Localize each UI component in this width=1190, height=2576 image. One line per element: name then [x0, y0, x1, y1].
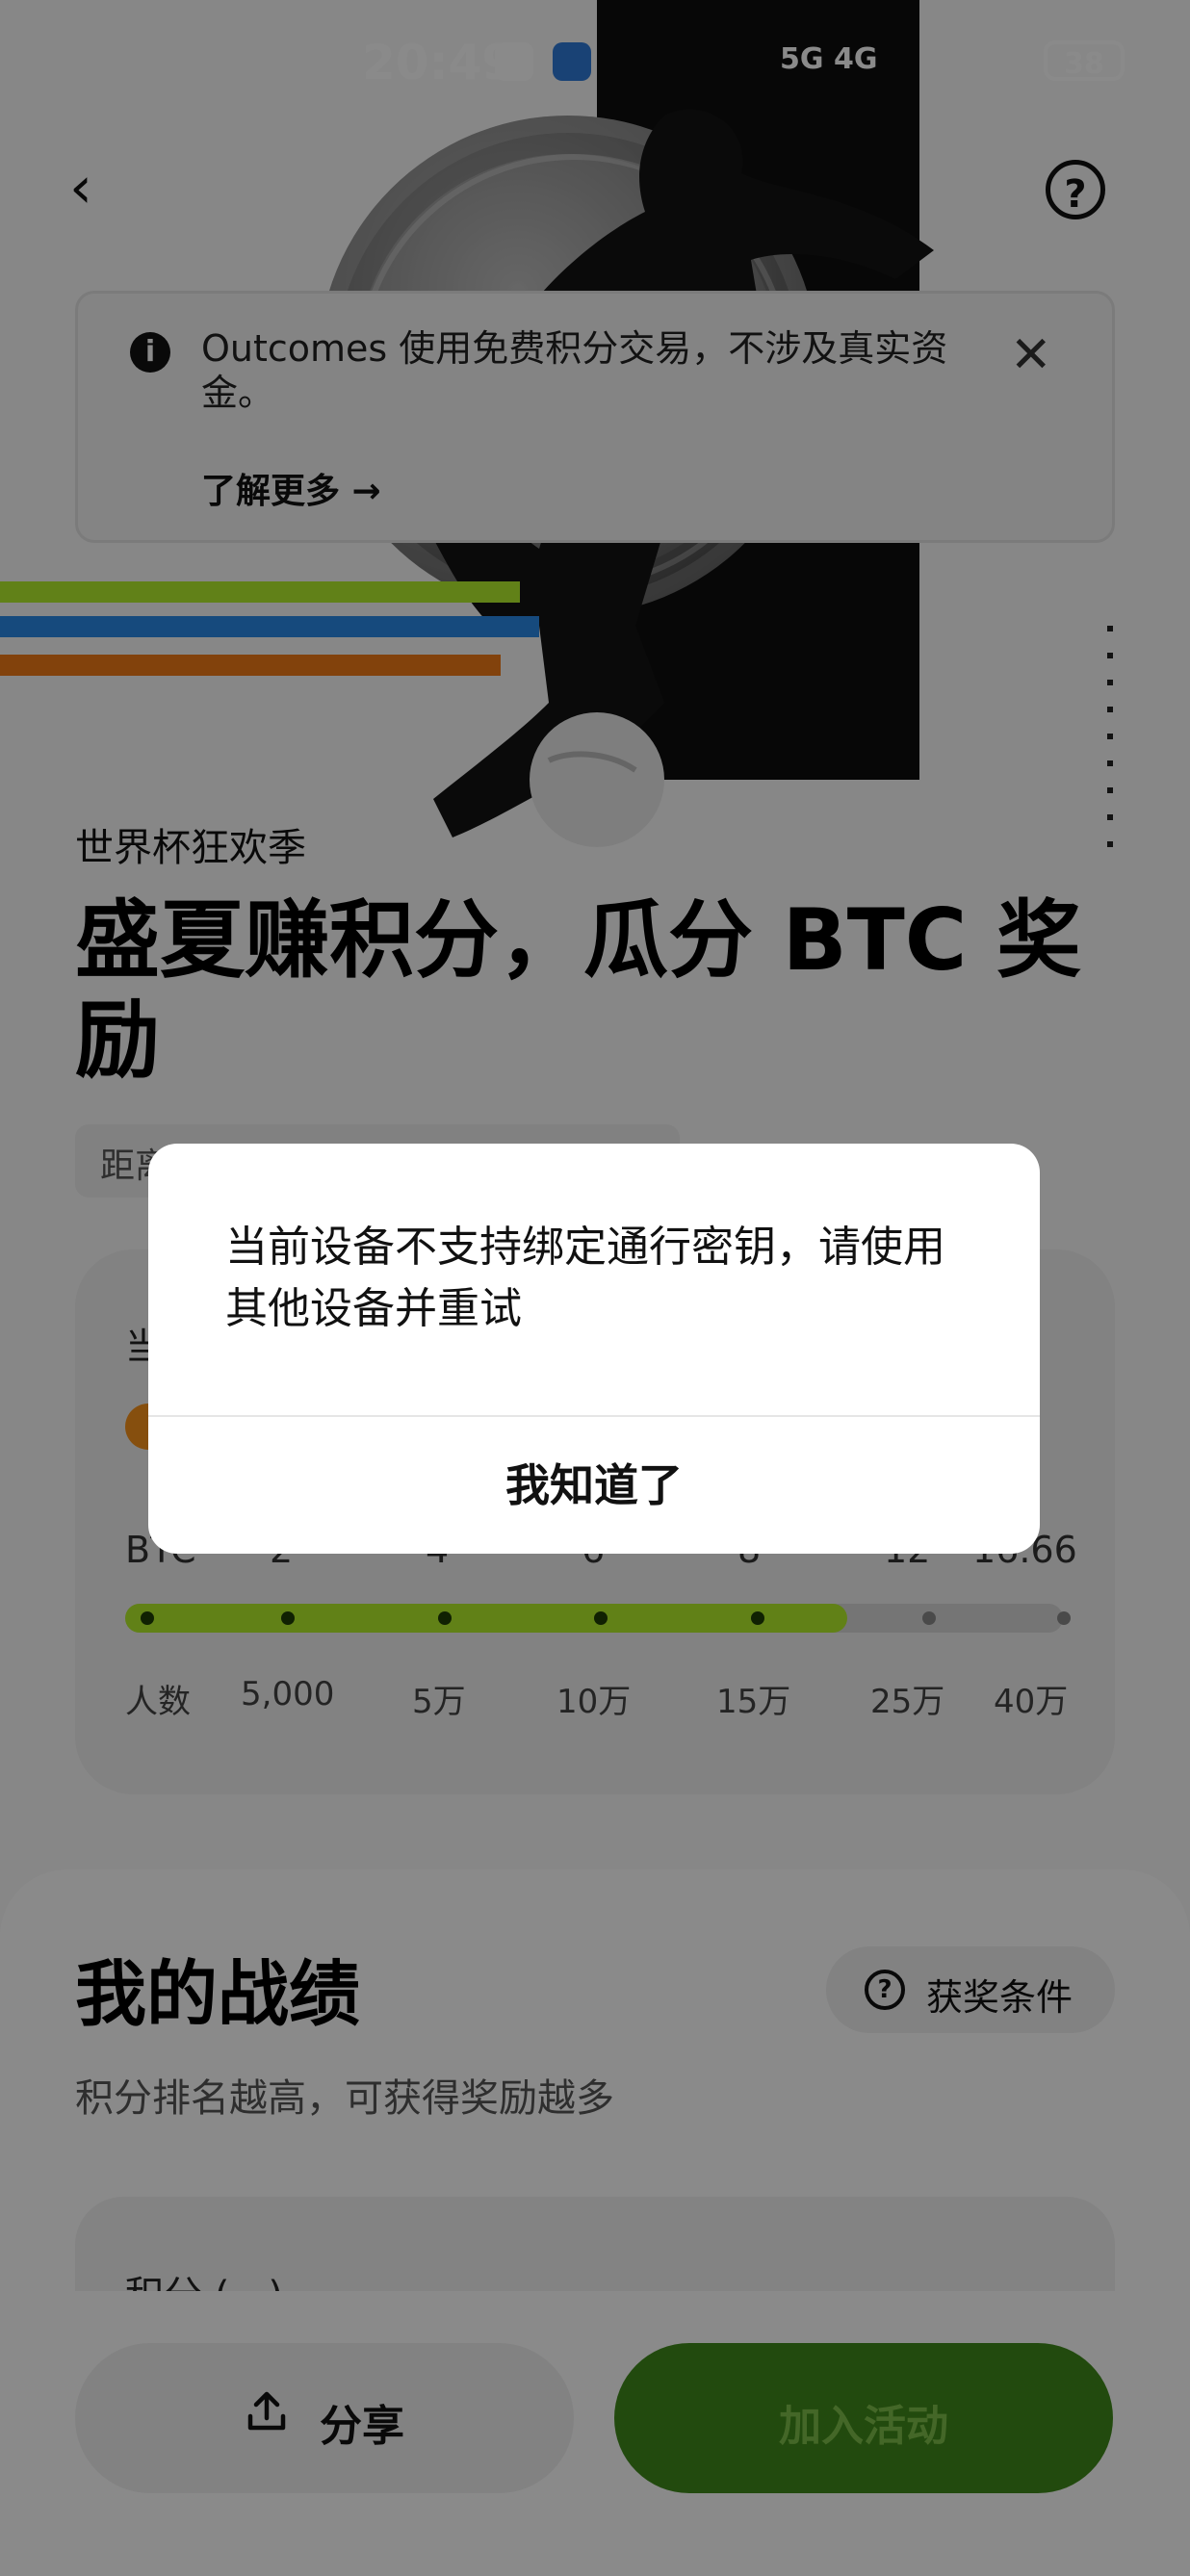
dialog-message: 当前设备不支持绑定通行密钥，请使用其他设备并重试: [225, 1223, 945, 1333]
dialog-ok-button[interactable]: 我知道了: [148, 1417, 1040, 1554]
page: 20:49 5G 4G 38 ‹ ? i Outcomes 使用免费积分交易，不…: [0, 0, 1190, 2576]
alert-dialog: 当前设备不支持绑定通行密钥，请使用其他设备并重试 我知道了: [148, 1144, 1040, 1554]
